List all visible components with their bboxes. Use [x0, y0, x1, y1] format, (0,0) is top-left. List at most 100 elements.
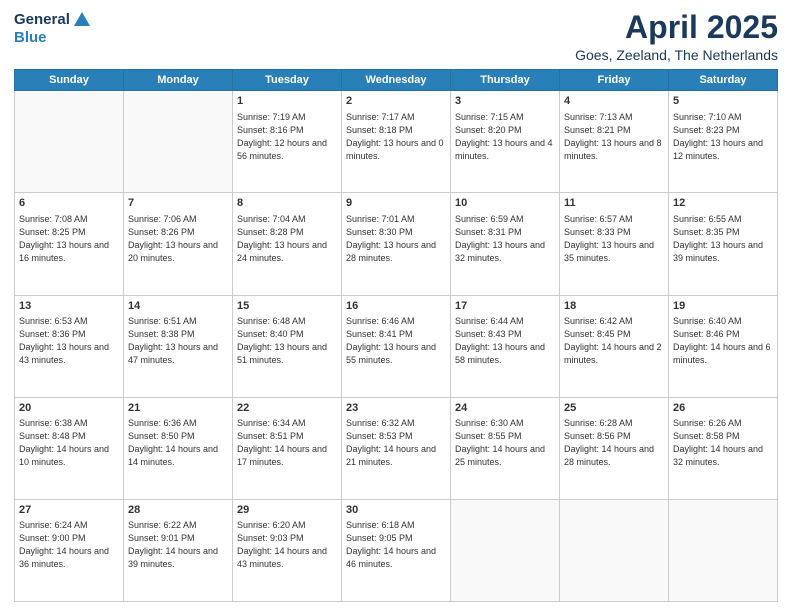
day-info: Sunrise: 6:57 AMSunset: 8:33 PMDaylight:…: [564, 213, 664, 265]
page: General Blue April 2025 Goes, Zeeland, T…: [0, 0, 792, 612]
calendar-cell: [124, 91, 233, 193]
day-number: 24: [455, 401, 555, 416]
day-number: 2: [346, 94, 446, 109]
day-number: 23: [346, 401, 446, 416]
weekday-header-sunday: Sunday: [15, 70, 124, 91]
day-number: 7: [128, 196, 228, 211]
day-info: Sunrise: 6:51 AMSunset: 8:38 PMDaylight:…: [128, 315, 228, 367]
weekday-header-thursday: Thursday: [451, 70, 560, 91]
title-block: April 2025 Goes, Zeeland, The Netherland…: [575, 10, 778, 63]
day-number: 18: [564, 299, 664, 314]
day-info: Sunrise: 6:30 AMSunset: 8:55 PMDaylight:…: [455, 417, 555, 469]
day-number: 6: [19, 196, 119, 211]
day-info: Sunrise: 7:19 AMSunset: 8:16 PMDaylight:…: [237, 111, 337, 163]
logo-general: General: [14, 12, 70, 29]
calendar-cell: 6Sunrise: 7:08 AMSunset: 8:25 PMDaylight…: [15, 193, 124, 295]
calendar-week-1: 6Sunrise: 7:08 AMSunset: 8:25 PMDaylight…: [15, 193, 778, 295]
calendar-cell: 20Sunrise: 6:38 AMSunset: 8:48 PMDayligh…: [15, 397, 124, 499]
day-number: 30: [346, 503, 446, 518]
calendar-cell: 27Sunrise: 6:24 AMSunset: 9:00 PMDayligh…: [15, 499, 124, 601]
day-number: 25: [564, 401, 664, 416]
day-number: 13: [19, 299, 119, 314]
day-number: 10: [455, 196, 555, 211]
day-number: 19: [673, 299, 773, 314]
day-info: Sunrise: 6:44 AMSunset: 8:43 PMDaylight:…: [455, 315, 555, 367]
calendar-cell: 29Sunrise: 6:20 AMSunset: 9:03 PMDayligh…: [233, 499, 342, 601]
day-number: 4: [564, 94, 664, 109]
day-info: Sunrise: 6:34 AMSunset: 8:51 PMDaylight:…: [237, 417, 337, 469]
day-number: 8: [237, 196, 337, 211]
day-number: 14: [128, 299, 228, 314]
calendar-cell: 19Sunrise: 6:40 AMSunset: 8:46 PMDayligh…: [669, 295, 778, 397]
day-number: 29: [237, 503, 337, 518]
logo-blue: Blue: [14, 30, 47, 47]
calendar-cell: 12 Sunrise: 6:55 AMSunset: 8:35 PMDayligh…: [669, 193, 778, 295]
day-number: 26: [673, 401, 773, 416]
calendar-cell: 28Sunrise: 6:22 AMSunset: 9:01 PMDayligh…: [124, 499, 233, 601]
weekday-header-tuesday: Tuesday: [233, 70, 342, 91]
calendar-cell: 13Sunrise: 6:53 AMSunset: 8:36 PMDayligh…: [15, 295, 124, 397]
weekday-header-saturday: Saturday: [669, 70, 778, 91]
calendar-cell: [15, 91, 124, 193]
day-number: 12: [673, 196, 773, 211]
calendar-cell: 18Sunrise: 6:42 AMSunset: 8:45 PMDayligh…: [560, 295, 669, 397]
calendar-cell: 21Sunrise: 6:36 AMSunset: 8:50 PMDayligh…: [124, 397, 233, 499]
calendar-cell: 22Sunrise: 6:34 AMSunset: 8:51 PMDayligh…: [233, 397, 342, 499]
calendar-cell: 5 Sunrise: 7:10 AMSunset: 8:23 PMDaylight…: [669, 91, 778, 193]
calendar-cell: [560, 499, 669, 601]
calendar-cell: 8 Sunrise: 7:04 AMSunset: 8:28 PMDaylight…: [233, 193, 342, 295]
day-number: 1: [237, 94, 337, 109]
day-number: 22: [237, 401, 337, 416]
calendar-cell: 23Sunrise: 6:32 AMSunset: 8:53 PMDayligh…: [342, 397, 451, 499]
day-info: Sunrise: 7:04 AMSunset: 8:28 PMDaylight:…: [237, 213, 337, 265]
calendar-week-2: 13Sunrise: 6:53 AMSunset: 8:36 PMDayligh…: [15, 295, 778, 397]
calendar-cell: 4Sunrise: 7:13 AMSunset: 8:21 PMDaylight…: [560, 91, 669, 193]
day-number: 28: [128, 503, 228, 518]
day-info: Sunrise: 6:28 AMSunset: 8:56 PMDaylight:…: [564, 417, 664, 469]
day-info: Sunrise: 6:40 AMSunset: 8:46 PMDaylight:…: [673, 315, 773, 367]
day-info: Sunrise: 6:32 AMSunset: 8:53 PMDaylight:…: [346, 417, 446, 469]
calendar-cell: 7 Sunrise: 7:06 AMSunset: 8:26 PMDaylight…: [124, 193, 233, 295]
day-info: Sunrise: 7:17 AMSunset: 8:18 PMDaylight:…: [346, 111, 446, 163]
weekday-header-monday: Monday: [124, 70, 233, 91]
day-number: 5: [673, 94, 773, 109]
day-info: Sunrise: 7:01 AMSunset: 8:30 PMDaylight:…: [346, 213, 446, 265]
day-info: Sunrise: 6:20 AMSunset: 9:03 PMDaylight:…: [237, 519, 337, 571]
day-info: Sunrise: 7:06 AMSunset: 8:26 PMDaylight:…: [128, 213, 228, 265]
day-number: 21: [128, 401, 228, 416]
day-info: Sunrise: 7:10 AMSunset: 8:23 PMDaylight:…: [673, 111, 773, 163]
header: General Blue April 2025 Goes, Zeeland, T…: [14, 10, 778, 63]
calendar-cell: [451, 499, 560, 601]
day-info: Sunrise: 6:22 AMSunset: 9:01 PMDaylight:…: [128, 519, 228, 571]
calendar-cell: 17Sunrise: 6:44 AMSunset: 8:43 PMDayligh…: [451, 295, 560, 397]
day-info: Sunrise: 6:18 AMSunset: 9:05 PMDaylight:…: [346, 519, 446, 571]
calendar-week-3: 20Sunrise: 6:38 AMSunset: 8:48 PMDayligh…: [15, 397, 778, 499]
day-info: Sunrise: 6:26 AMSunset: 8:58 PMDaylight:…: [673, 417, 773, 469]
day-number: 20: [19, 401, 119, 416]
title-month: April 2025: [575, 10, 778, 45]
day-info: Sunrise: 6:46 AMSunset: 8:41 PMDaylight:…: [346, 315, 446, 367]
day-info: Sunrise: 6:53 AMSunset: 8:36 PMDaylight:…: [19, 315, 119, 367]
calendar-cell: 25Sunrise: 6:28 AMSunset: 8:56 PMDayligh…: [560, 397, 669, 499]
calendar-cell: [669, 499, 778, 601]
day-number: 16: [346, 299, 446, 314]
day-number: 27: [19, 503, 119, 518]
calendar-cell: 26Sunrise: 6:26 AMSunset: 8:58 PMDayligh…: [669, 397, 778, 499]
day-info: Sunrise: 6:55 AMSunset: 8:35 PMDaylight:…: [673, 213, 773, 265]
day-number: 17: [455, 299, 555, 314]
calendar-cell: 16Sunrise: 6:46 AMSunset: 8:41 PMDayligh…: [342, 295, 451, 397]
day-number: 11: [564, 196, 664, 211]
calendar-cell: 3Sunrise: 7:15 AMSunset: 8:20 PMDaylight…: [451, 91, 560, 193]
calendar-cell: 24Sunrise: 6:30 AMSunset: 8:55 PMDayligh…: [451, 397, 560, 499]
title-location: Goes, Zeeland, The Netherlands: [575, 47, 778, 63]
day-info: Sunrise: 6:59 AMSunset: 8:31 PMDaylight:…: [455, 213, 555, 265]
calendar-week-4: 27Sunrise: 6:24 AMSunset: 9:00 PMDayligh…: [15, 499, 778, 601]
day-info: Sunrise: 6:24 AMSunset: 9:00 PMDaylight:…: [19, 519, 119, 571]
day-info: Sunrise: 7:15 AMSunset: 8:20 PMDaylight:…: [455, 111, 555, 163]
day-number: 9: [346, 196, 446, 211]
day-info: Sunrise: 6:48 AMSunset: 8:40 PMDaylight:…: [237, 315, 337, 367]
logo-icon: [72, 10, 92, 30]
calendar-cell: 11 Sunrise: 6:57 AMSunset: 8:33 PMDayligh…: [560, 193, 669, 295]
calendar-week-0: 1 Sunrise: 7:19 AMSunset: 8:16 PMDaylight…: [15, 91, 778, 193]
logo: General Blue: [14, 10, 92, 47]
